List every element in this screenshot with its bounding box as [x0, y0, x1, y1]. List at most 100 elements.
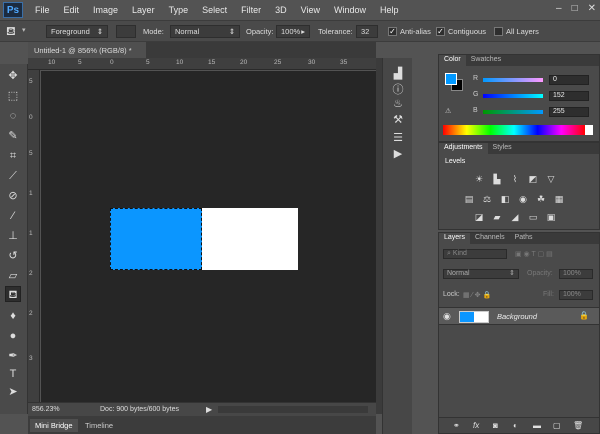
tab-mini-bridge[interactable]: Mini Bridge — [30, 419, 78, 432]
eyedropper-tool-icon[interactable]: ⟋ — [5, 168, 21, 184]
lock-icons[interactable]: ▦ ⁄ ✥ 🔒 — [463, 291, 491, 299]
healing-tool-icon[interactable]: ⊘ — [5, 188, 21, 204]
g-slider[interactable] — [483, 94, 543, 98]
mode-select[interactable]: Normal ⇕ — [170, 25, 240, 38]
tab-swatches[interactable]: Swatches — [466, 55, 506, 66]
brush-presets-icon[interactable]: ♨ — [390, 96, 406, 112]
fx-icon[interactable]: fx — [473, 421, 479, 430]
new-layer-icon[interactable]: ▢ — [553, 421, 561, 430]
new-group-icon[interactable]: ▬ — [533, 421, 541, 430]
tab-color[interactable]: Color — [439, 55, 466, 66]
invert-icon[interactable]: ◪ — [473, 211, 485, 223]
actions-play-icon[interactable]: ▶ — [390, 146, 406, 162]
black-white-icon[interactable]: ◧ — [499, 193, 511, 205]
r-value-input[interactable]: 0 — [549, 75, 589, 85]
blur-tool-icon[interactable]: ♦ — [5, 308, 21, 324]
color-balance-icon[interactable]: ⚖ — [481, 193, 493, 205]
brush-tool-icon[interactable]: ⁄ — [5, 208, 21, 224]
menu-file[interactable]: File — [28, 0, 57, 20]
marquee-tool-icon[interactable]: ⬚ — [5, 88, 21, 104]
close-button[interactable]: ✕ — [588, 3, 596, 14]
exposure-icon[interactable]: ◩ — [527, 173, 539, 185]
levels-icon[interactable]: ▙ — [491, 173, 503, 185]
threshold-icon[interactable]: ◢ — [509, 211, 521, 223]
layer-row-background[interactable]: ◉ Background 🔒 — [439, 307, 599, 325]
new-adjustment-icon[interactable]: ◐ — [513, 421, 518, 430]
menu-layer[interactable]: Layer — [125, 0, 162, 20]
tab-styles[interactable]: Styles — [488, 143, 517, 154]
layer-filter-select[interactable]: ⌕ Kind — [443, 249, 507, 259]
type-tool-icon[interactable]: T — [5, 366, 21, 382]
channel-mixer-icon[interactable]: ☘ — [535, 193, 547, 205]
tab-paths[interactable]: Paths — [510, 233, 538, 244]
hue-saturation-icon[interactable]: ▤ — [463, 193, 475, 205]
document-tab[interactable]: Untitled-1 @ 856% (RGB/8) * × — [28, 42, 146, 64]
tab-layers[interactable]: Layers — [439, 233, 471, 244]
color-spectrum-bar[interactable] — [443, 125, 585, 135]
menu-type[interactable]: Type — [162, 0, 196, 20]
move-tool-icon[interactable]: ✥ — [5, 68, 21, 84]
opacity-input[interactable]: 100% ▸ — [276, 25, 310, 38]
tab-timeline[interactable]: Timeline — [80, 419, 118, 432]
properties-icon[interactable]: ☰ — [390, 130, 406, 146]
lasso-tool-icon[interactable]: ◌ — [5, 108, 21, 124]
tool-presets-icon[interactable]: ⚒ — [390, 112, 406, 128]
layer-opacity-input[interactable]: 100% — [559, 269, 593, 279]
link-layers-icon[interactable]: ⚭ — [453, 421, 460, 430]
tab-channels[interactable]: Channels — [470, 233, 510, 244]
tolerance-input[interactable]: 32 — [356, 25, 378, 38]
menu-filter[interactable]: Filter — [234, 0, 268, 20]
antialias-checkbox[interactable]: ✓ — [388, 27, 397, 36]
menu-window[interactable]: Window — [327, 0, 373, 20]
b-slider[interactable] — [483, 110, 543, 114]
gamut-warning-icon[interactable]: ⚠ — [445, 107, 451, 115]
path-select-tool-icon[interactable]: ➤ — [5, 384, 21, 400]
g-value-input[interactable]: 152 — [549, 91, 589, 101]
menu-select[interactable]: Select — [195, 0, 234, 20]
trash-icon[interactable]: 🗑 — [573, 421, 583, 430]
menu-view[interactable]: View — [294, 0, 327, 20]
contiguous-checkbox[interactable]: ✓ — [436, 27, 445, 36]
chevron-down-icon[interactable]: ▾ — [22, 26, 26, 34]
posterize-icon[interactable]: ▰ — [491, 211, 503, 223]
zoom-level[interactable]: 856.23% — [32, 406, 60, 413]
fill-input[interactable]: 100% — [559, 290, 593, 300]
dodge-tool-icon[interactable]: ● — [5, 328, 21, 344]
pen-tool-icon[interactable]: ✒ — [5, 348, 21, 364]
tab-adjustments[interactable]: Adjustments — [439, 143, 488, 154]
foreground-color-swatch[interactable] — [445, 73, 457, 85]
color-lookup-icon[interactable]: ▦ — [553, 193, 565, 205]
quick-select-tool-icon[interactable]: ✎ — [5, 128, 21, 144]
b-value-input[interactable]: 255 — [549, 107, 589, 117]
visibility-eye-icon[interactable]: ◉ — [443, 311, 451, 322]
r-slider[interactable] — [483, 78, 543, 82]
blue-filled-selection[interactable] — [110, 208, 202, 270]
curves-icon[interactable]: ⌇ — [509, 173, 521, 185]
brightness-icon[interactable]: ☀ — [473, 173, 485, 185]
menu-help[interactable]: Help — [373, 0, 406, 20]
vibrance-icon[interactable]: ▽ — [545, 173, 557, 185]
clone-stamp-tool-icon[interactable]: ⊥ — [5, 228, 21, 244]
menu-edit[interactable]: Edit — [57, 0, 87, 20]
histogram-icon[interactable]: ▟ — [390, 66, 406, 82]
menu-image[interactable]: Image — [86, 0, 125, 20]
blend-mode-select[interactable]: Normal ⇕ — [443, 269, 519, 279]
gradient-map-icon[interactable]: ▭ — [527, 211, 539, 223]
maximize-button[interactable]: □ — [572, 3, 578, 14]
white-swatch[interactable] — [585, 125, 593, 135]
selective-color-icon[interactable]: ▣ — [545, 211, 557, 223]
crop-tool-icon[interactable]: ⌗ — [5, 148, 21, 164]
pattern-picker[interactable] — [116, 25, 136, 38]
menu-3d[interactable]: 3D — [268, 0, 294, 20]
minimize-button[interactable]: – — [556, 3, 562, 14]
all-layers-checkbox[interactable] — [494, 27, 503, 36]
status-menu-arrow-icon[interactable]: ▶ — [206, 405, 212, 414]
filter-icons[interactable]: ▣ ◉ T ▢ ▤ — [515, 250, 553, 258]
fill-source-select[interactable]: Foreground ⇕ — [46, 25, 108, 38]
eraser-tool-icon[interactable]: ▱ — [5, 268, 21, 284]
horizontal-scrollbar[interactable] — [218, 406, 368, 413]
add-mask-icon[interactable]: ◙ — [493, 421, 498, 430]
photo-filter-icon[interactable]: ◉ — [517, 193, 529, 205]
paint-bucket-icon[interactable]: ⛾ — [6, 24, 16, 40]
paint-bucket-tool-icon[interactable]: ⛾ — [5, 286, 21, 302]
